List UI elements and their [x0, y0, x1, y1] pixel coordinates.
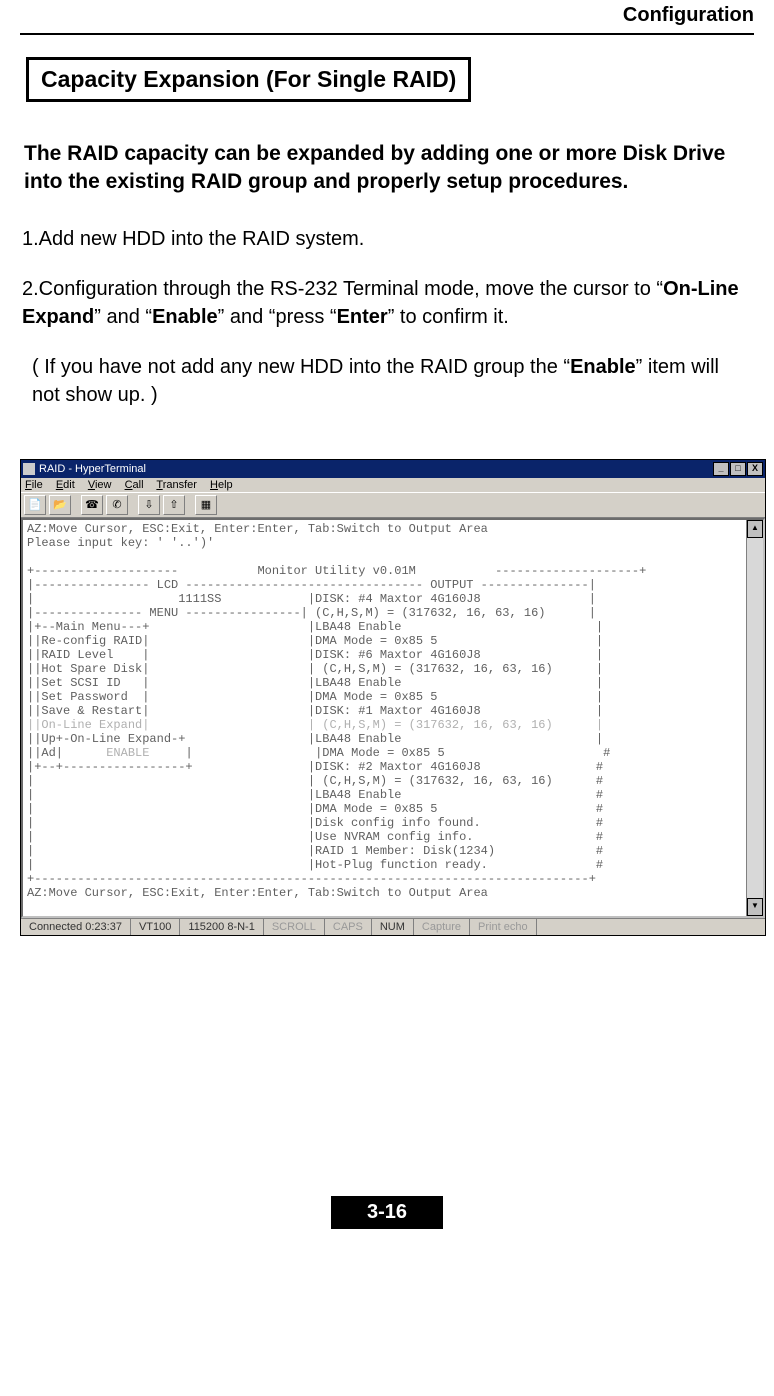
- status-caps: CAPS: [325, 919, 372, 935]
- page-header-section: Configuration: [20, 0, 754, 33]
- properties-icon[interactable]: ▦: [195, 495, 217, 515]
- menu-view[interactable]: View: [88, 479, 112, 491]
- page-number: 3-16: [331, 1196, 443, 1229]
- send-icon[interactable]: ⇩: [138, 495, 160, 515]
- hyperterminal-window: RAID - HyperTerminal _ □ X FFileile Edit…: [20, 459, 766, 936]
- toolbar: 📄 📂 ☎ ✆ ⇩ ⇧ ▦: [21, 492, 765, 518]
- menubar: FFileile Edit View Call Transfer Help: [21, 478, 765, 492]
- window-title: RAID - HyperTerminal: [39, 463, 146, 475]
- disconnect-icon[interactable]: ✆: [106, 495, 128, 515]
- receive-icon[interactable]: ⇧: [163, 495, 185, 515]
- menu-call[interactable]: Call: [125, 479, 144, 491]
- vertical-scrollbar[interactable]: ▲ ▼: [746, 520, 763, 916]
- kw-enable: Enable: [152, 306, 218, 328]
- close-button[interactable]: X: [747, 462, 763, 476]
- kw-enter: Enter: [337, 306, 388, 328]
- step-1: 1.Add new HDD into the RAID system.: [20, 225, 754, 253]
- step-2-text: 2.Configuration through the RS-232 Termi…: [22, 278, 663, 300]
- minimize-button[interactable]: _: [713, 462, 729, 476]
- connect-icon[interactable]: ☎: [81, 495, 103, 515]
- section-title: Capacity Expansion (For Single RAID): [26, 57, 471, 102]
- statusbar: Connected 0:23:37 VT100 115200 8-N-1 SCR…: [21, 918, 765, 935]
- maximize-button[interactable]: □: [730, 462, 746, 476]
- header-rule: [20, 33, 754, 35]
- scroll-down-icon[interactable]: ▼: [747, 898, 763, 916]
- new-file-icon[interactable]: 📄: [24, 495, 46, 515]
- status-connected: Connected 0:23:37: [21, 919, 131, 935]
- menu-help[interactable]: Help: [210, 479, 233, 491]
- status-capture: Capture: [414, 919, 470, 935]
- terminal-output: AZ:Move Cursor, ESC:Exit, Enter:Enter, T…: [23, 520, 746, 916]
- status-baud: 115200 8-N-1: [180, 919, 263, 935]
- step-2: 2.Configuration through the RS-232 Termi…: [20, 275, 754, 331]
- app-icon: [23, 463, 35, 475]
- menu-file[interactable]: FFileile: [25, 479, 43, 491]
- scroll-up-icon[interactable]: ▲: [747, 520, 763, 538]
- kw-enable-note: Enable: [570, 356, 636, 378]
- menu-transfer[interactable]: Transfer: [156, 479, 197, 491]
- status-num: NUM: [372, 919, 414, 935]
- status-scroll: SCROLL: [264, 919, 325, 935]
- titlebar: RAID - HyperTerminal _ □ X: [21, 460, 765, 478]
- menu-edit[interactable]: Edit: [56, 479, 75, 491]
- status-emulation: VT100: [131, 919, 180, 935]
- status-printecho: Print echo: [470, 919, 537, 935]
- intro-paragraph: The RAID capacity can be expanded by add…: [20, 140, 754, 197]
- open-file-icon[interactable]: 📂: [49, 495, 71, 515]
- note-paragraph: ( If you have not add any new HDD into t…: [20, 353, 754, 409]
